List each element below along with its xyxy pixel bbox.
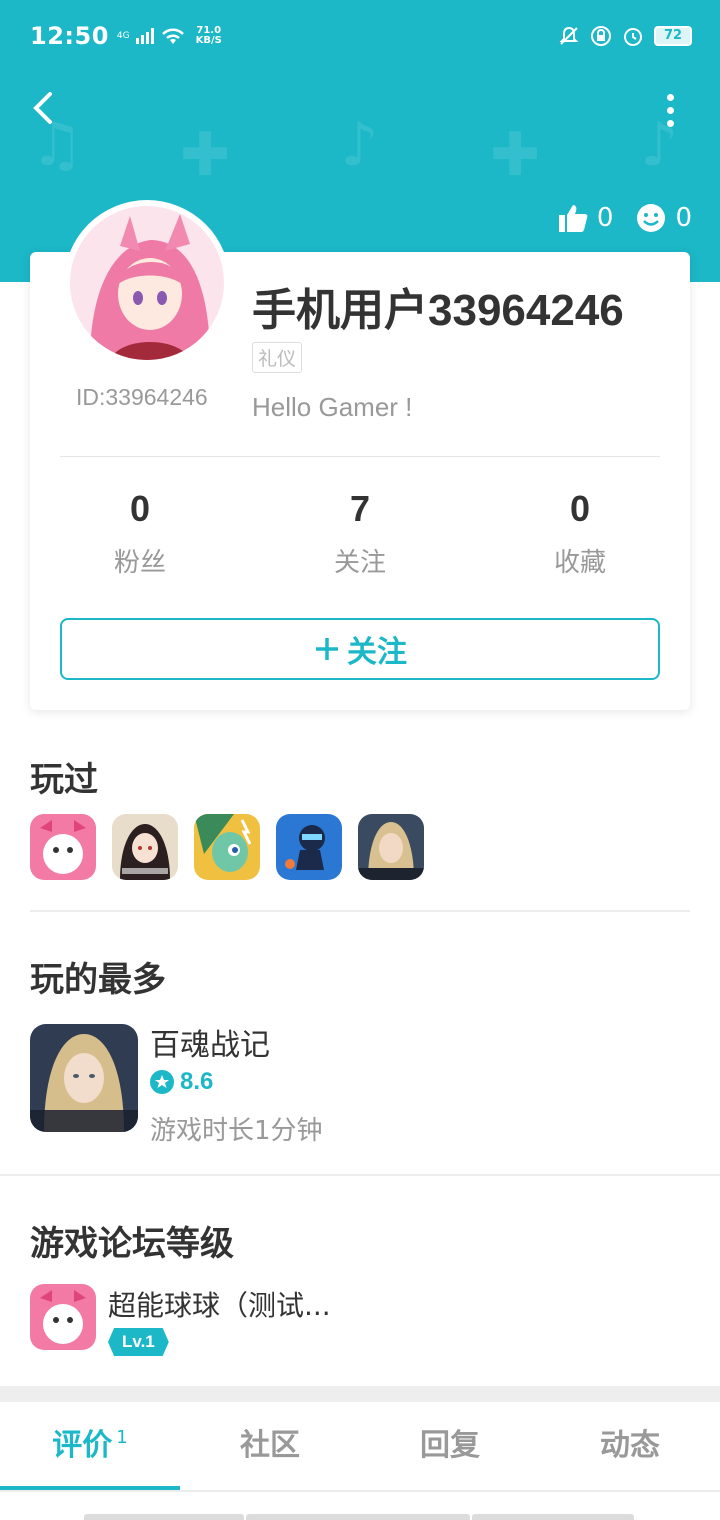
more-options-button[interactable] bbox=[660, 88, 680, 132]
chevron-left-icon bbox=[33, 92, 52, 124]
following-count-value: 7 bbox=[349, 488, 371, 529]
favorites-count-label: 收藏 bbox=[553, 548, 606, 578]
wifi-icon bbox=[161, 28, 184, 44]
following-count[interactable]: 7 关注 bbox=[250, 488, 470, 579]
card-divider bbox=[60, 456, 660, 457]
tab-reviews-count: 1 bbox=[116, 1427, 128, 1448]
avatar-image bbox=[70, 206, 224, 360]
mute-bell-icon bbox=[559, 26, 579, 45]
following-count-label: 关注 bbox=[333, 548, 386, 578]
likes-count: 0 bbox=[596, 203, 614, 233]
gamepad-decoration: ✚ bbox=[490, 120, 541, 190]
tab-community-label: 社区 bbox=[240, 1428, 300, 1463]
played-section-title: 玩过 bbox=[30, 760, 98, 800]
tab-community[interactable]: 社区 bbox=[180, 1402, 360, 1490]
battery-indicator: 72 bbox=[654, 26, 692, 46]
most-played-score: 8.6 bbox=[150, 1068, 213, 1096]
most-played-game-name[interactable]: 百魂战记 bbox=[150, 1020, 270, 1064]
most-played-section-title: 玩的最多 bbox=[30, 960, 166, 1000]
fans-count[interactable]: 0 粉丝 bbox=[30, 488, 250, 579]
played-games-list bbox=[30, 814, 424, 880]
section-gap bbox=[0, 1386, 720, 1402]
status-time: 12:50 bbox=[30, 22, 109, 50]
smiles-count: 0 bbox=[675, 203, 692, 233]
more-dot-icon bbox=[666, 106, 674, 114]
network-type: 4G bbox=[116, 30, 130, 41]
status-bar: 12:50 4G 71.0 KB/S 72 bbox=[0, 0, 720, 72]
profile-tabs: 评价 1 社区 回复 动态 bbox=[0, 1402, 720, 1492]
game-icon-pink-ball[interactable] bbox=[30, 814, 96, 880]
thumbs-up-icon bbox=[558, 205, 588, 232]
game-icon-sinoalice[interactable] bbox=[112, 814, 178, 880]
preview-bar bbox=[84, 1514, 244, 1520]
user-id: ID:33964246 bbox=[76, 384, 208, 410]
user-bio: Hello Gamer ! bbox=[252, 392, 413, 422]
follow-button[interactable]: 关注 bbox=[60, 618, 660, 680]
fans-count-value: 0 bbox=[129, 488, 151, 529]
game-icon-hero-cartoon[interactable] bbox=[194, 814, 260, 880]
preview-bar bbox=[246, 1514, 470, 1520]
more-dot-icon bbox=[666, 119, 674, 127]
tab-replies[interactable]: 回复 bbox=[360, 1402, 540, 1490]
header-reactions: 0 0 bbox=[557, 202, 692, 234]
favorites-count-value: 0 bbox=[569, 488, 591, 529]
network-speed: 71.0 KB/S bbox=[195, 25, 222, 46]
forum-level-section-title: 游戏论坛等级 bbox=[30, 1224, 234, 1264]
tab-reviews[interactable]: 评价 1 bbox=[0, 1402, 180, 1490]
tab-reviews-label: 评价 bbox=[52, 1428, 113, 1463]
more-dot-icon bbox=[666, 93, 674, 101]
username: 手机用户33964246 bbox=[252, 286, 624, 335]
signal-icon bbox=[135, 28, 154, 44]
smiles-chip[interactable]: 0 bbox=[635, 202, 692, 234]
section-divider bbox=[0, 1174, 720, 1176]
alarm-icon bbox=[624, 28, 642, 46]
content-preview-bars bbox=[84, 1514, 634, 1520]
back-button[interactable] bbox=[28, 88, 68, 132]
fans-count-label: 粉丝 bbox=[113, 548, 166, 578]
gamepad-decoration: ✚ bbox=[180, 120, 231, 190]
smile-face-icon bbox=[637, 204, 666, 232]
most-played-time: 游戏时长1分钟 bbox=[150, 1116, 323, 1146]
profile-counts: 0 粉丝 7 关注 0 收藏 bbox=[30, 488, 690, 579]
active-tab-indicator bbox=[0, 1486, 180, 1490]
game-icon-hound13[interactable] bbox=[358, 814, 424, 880]
section-divider bbox=[30, 910, 690, 912]
plus-icon bbox=[316, 638, 338, 660]
follow-button-label: 关注 bbox=[347, 635, 407, 670]
game-icon-blue-runner[interactable] bbox=[276, 814, 342, 880]
most-played-game-icon[interactable] bbox=[30, 1024, 138, 1132]
forum-level-badge: Lv.1 bbox=[108, 1328, 169, 1356]
likes-chip[interactable]: 0 bbox=[557, 202, 614, 234]
music-note-decoration: ♪ bbox=[340, 110, 379, 180]
star-icon bbox=[150, 1070, 174, 1094]
tab-activity-label: 动态 bbox=[600, 1428, 660, 1463]
tab-replies-label: 回复 bbox=[420, 1428, 480, 1463]
forum-game-icon[interactable] bbox=[30, 1284, 96, 1350]
avatar[interactable] bbox=[64, 200, 230, 366]
most-played-score-value: 8.6 bbox=[180, 1068, 214, 1095]
forum-game-name[interactable]: 超能球球（测试... bbox=[108, 1284, 331, 1324]
user-tag: 礼仪 bbox=[252, 342, 303, 373]
favorites-count[interactable]: 0 收藏 bbox=[470, 488, 690, 579]
preview-bar bbox=[472, 1514, 634, 1520]
lock-rotation-icon bbox=[591, 26, 611, 46]
tab-activity[interactable]: 动态 bbox=[540, 1402, 720, 1490]
